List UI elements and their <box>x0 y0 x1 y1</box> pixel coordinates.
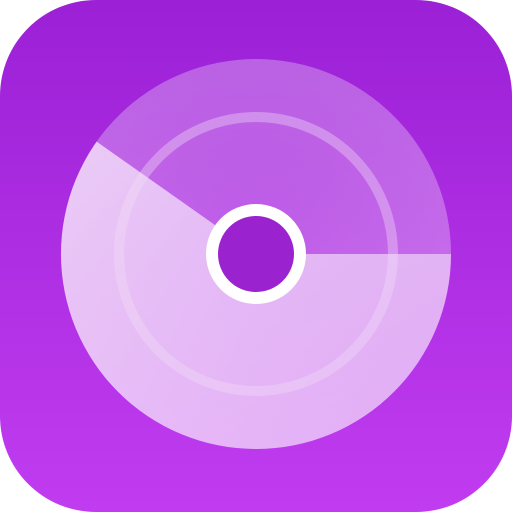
disc-icon <box>0 0 512 512</box>
disc-hub-center <box>218 216 294 292</box>
app-icon[interactable] <box>0 0 512 512</box>
